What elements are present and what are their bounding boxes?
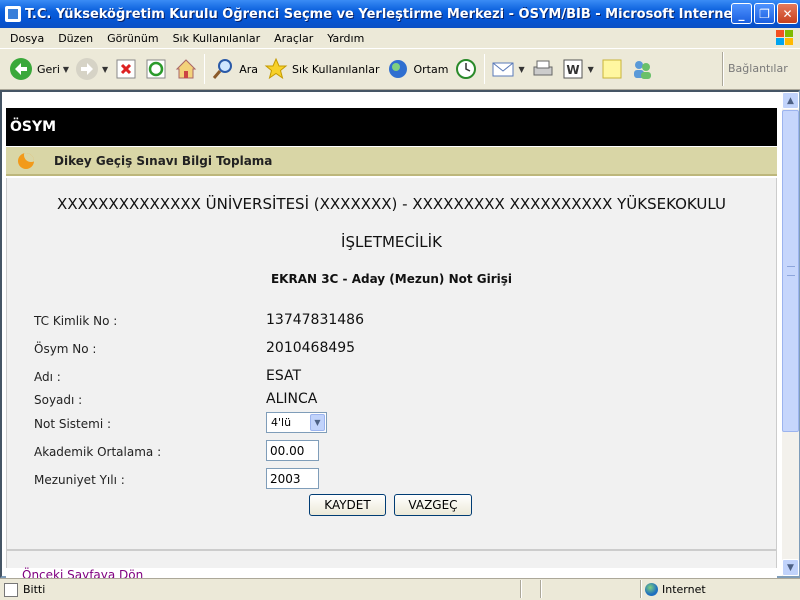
grade-system-select[interactable]: 4'lü ▼ xyxy=(266,412,327,433)
university-title: XXXXXXXXXXXXXX ÜNİVERSİTESİ (XXXXXXX) - … xyxy=(57,195,726,213)
forward-dropdown-icon[interactable]: ▼ xyxy=(102,65,108,74)
grad-year-label: Mezuniyet Yılı : xyxy=(34,473,125,487)
menu-favorites[interactable]: Sık Kullanılanlar xyxy=(166,32,268,45)
prev-link-clip: Önceki Sayfaya Dön xyxy=(6,562,777,578)
messenger-button[interactable] xyxy=(627,52,657,86)
links-toolbar-label[interactable]: Bağlantılar xyxy=(728,62,788,75)
note-icon xyxy=(602,59,622,79)
word-icon: W xyxy=(563,59,583,79)
surname-label: Soyadı : xyxy=(34,393,83,407)
history-icon xyxy=(456,59,477,79)
edit-dropdown-icon[interactable]: ▼ xyxy=(588,65,594,74)
refresh-icon xyxy=(146,59,166,79)
grade-system-label: Not Sistemi : xyxy=(34,417,112,431)
close-button[interactable]: ✕ xyxy=(777,3,798,24)
windows-logo-icon xyxy=(776,30,793,45)
scroll-up-icon[interactable]: ▲ xyxy=(782,92,799,109)
menu-file[interactable]: Dosya xyxy=(3,32,51,45)
forward-arrow-icon xyxy=(76,58,99,80)
scroll-thumb[interactable] xyxy=(782,110,799,432)
menu-view[interactable]: Görünüm xyxy=(100,32,165,45)
users-icon xyxy=(633,61,651,79)
home-icon xyxy=(175,59,197,79)
status-divider xyxy=(540,580,542,598)
back-label: Geri xyxy=(37,62,60,76)
forward-button[interactable]: ▼ xyxy=(72,52,111,86)
search-button[interactable]: Ara xyxy=(208,52,261,86)
favorites-button[interactable]: Sık Kullanılanlar xyxy=(261,52,383,86)
gpa-label: Akademik Ortalama : xyxy=(34,445,162,459)
window-title: T.C. Yükseköğretim Kurulu Öğrenci Seçme … xyxy=(25,6,745,22)
toolbar-separator xyxy=(484,54,486,84)
status-divider xyxy=(520,580,522,598)
zone-label: Internet xyxy=(662,583,706,596)
page-content: ÖSYM Dikey Geçiş Sınavı Bilgi Toplama xyxy=(6,108,777,578)
moon-icon xyxy=(18,152,34,169)
menu-bar: Dosya Düzen Görünüm Sık Kullanılanlar Ar… xyxy=(0,28,800,48)
minimize-button[interactable]: _ xyxy=(731,3,752,24)
scroll-down-icon[interactable]: ▼ xyxy=(782,559,799,576)
print-button[interactable] xyxy=(528,52,558,86)
grad-year-input[interactable]: 2003 xyxy=(266,468,319,489)
refresh-button[interactable] xyxy=(141,52,171,86)
edit-button[interactable]: W ▼ xyxy=(558,52,597,86)
toolbar-grip[interactable] xyxy=(722,52,724,86)
menu-edit[interactable]: Düzen xyxy=(51,32,100,45)
back-arrow-icon xyxy=(10,58,32,80)
back-button[interactable]: Geri ▼ xyxy=(6,52,72,86)
back-dropdown-icon[interactable]: ▼ xyxy=(63,65,69,74)
osym-label: Ösym No : xyxy=(34,342,97,356)
printer-icon xyxy=(533,60,553,76)
toolbar: Geri ▼ ▼ Ara Sık Kullanılanlar Ortam ▼ W… xyxy=(0,48,800,90)
page-done-icon xyxy=(4,582,18,597)
search-icon xyxy=(213,59,233,79)
tc-value: 13747831486 xyxy=(266,312,364,328)
page-header: ÖSYM xyxy=(6,108,777,146)
section-title: Dikey Geçiş Sınavı Bilgi Toplama xyxy=(54,153,273,168)
divider xyxy=(6,549,777,551)
favorites-label: Sık Kullanılanlar xyxy=(291,62,380,76)
globe-icon xyxy=(645,583,658,596)
media-label: Ortam xyxy=(413,62,449,76)
tc-label: TC Kimlik No : xyxy=(34,314,118,328)
home-button[interactable] xyxy=(171,52,201,86)
surname-value: ALINCA xyxy=(266,391,318,407)
discuss-button[interactable] xyxy=(597,52,627,86)
menu-tools[interactable]: Araçlar xyxy=(267,32,320,45)
star-icon xyxy=(264,57,288,80)
mail-dropdown-icon[interactable]: ▼ xyxy=(518,65,524,74)
history-button[interactable] xyxy=(451,52,481,86)
cancel-button[interactable]: VAZGEÇ xyxy=(394,494,472,516)
stop-button[interactable] xyxy=(111,52,141,86)
section-band: Dikey Geçiş Sınavı Bilgi Toplama xyxy=(6,147,777,176)
status-divider xyxy=(640,580,642,598)
save-button[interactable]: KAYDET xyxy=(309,494,386,516)
program-title: İŞLETMECİLİK xyxy=(341,233,442,251)
status-text: Bitti xyxy=(23,583,46,596)
vertical-scrollbar[interactable]: ▲ ▼ xyxy=(782,92,799,576)
osym-value: 2010468495 xyxy=(266,340,356,356)
svg-text:W: W xyxy=(566,63,579,77)
grade-system-value: 4'lü xyxy=(271,416,292,429)
stop-icon xyxy=(116,59,136,79)
name-value: ESAT xyxy=(266,368,302,384)
media-button[interactable]: Ortam xyxy=(383,52,452,86)
window-title-bar: T.C. Yükseköğretim Kurulu Öğrenci Seçme … xyxy=(0,0,800,28)
chevron-down-icon[interactable]: ▼ xyxy=(310,414,325,431)
mail-button[interactable]: ▼ xyxy=(488,52,527,86)
mail-icon xyxy=(492,62,514,77)
previous-page-link[interactable]: Önceki Sayfaya Dön xyxy=(22,568,143,578)
name-label: Adı : xyxy=(34,370,61,384)
ie-icon xyxy=(5,6,21,22)
menu-help[interactable]: Yardım xyxy=(320,32,371,45)
media-icon xyxy=(388,60,407,78)
screen-title: EKRAN 3C - Aday (Mezun) Not Girişi xyxy=(270,272,513,286)
maximize-button[interactable]: ❐ xyxy=(754,3,775,24)
toolbar-separator xyxy=(204,54,206,84)
search-label: Ara xyxy=(239,62,258,76)
gpa-input[interactable]: 00.00 xyxy=(266,440,319,461)
security-zone: Internet xyxy=(645,583,706,596)
